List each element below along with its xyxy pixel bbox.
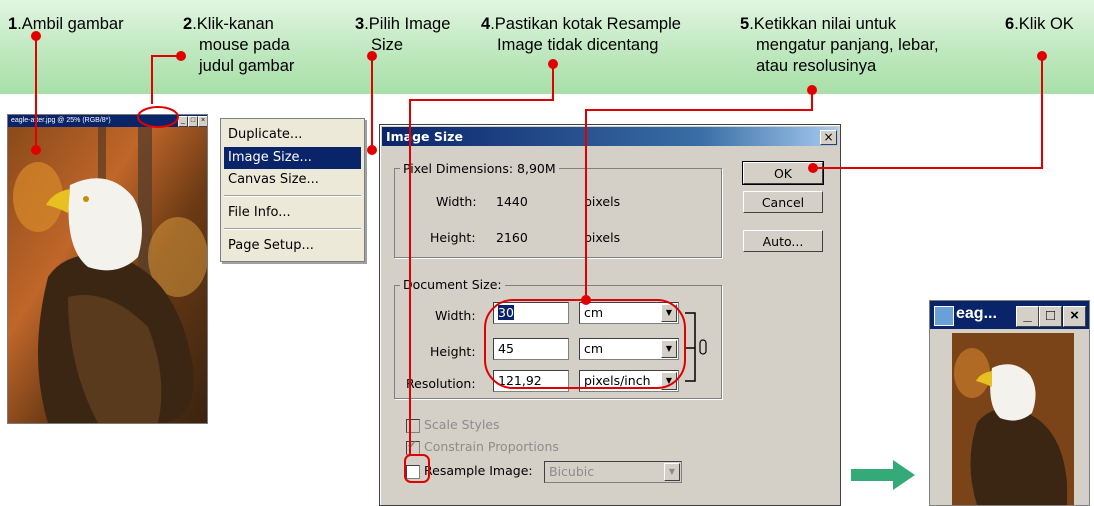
step-6: 6.Klik OK: [1005, 15, 1074, 33]
constrain-link-icon: [685, 312, 707, 382]
doc-height-input[interactable]: 45: [493, 338, 569, 360]
resolution-input[interactable]: 121,92: [493, 370, 569, 392]
menu-item-file-info[interactable]: File Info...: [224, 202, 361, 224]
photo-window-title: eagle-after.jpg @ 25% (RGB/8*): [11, 117, 111, 124]
resolution-label: Resolution:: [406, 376, 476, 391]
document-icon: [934, 306, 954, 326]
menu-item-image-size[interactable]: Image Size...: [224, 147, 361, 169]
resized-eagle-photo: [952, 333, 1074, 505]
pixel-width-unit: pixels: [584, 194, 621, 209]
constrain-proportions-label: Constrain Proportions: [424, 439, 559, 454]
menu-separator: [224, 195, 361, 197]
resized-window-title: eag...: [956, 305, 997, 322]
resample-image-checkbox[interactable]: [406, 465, 420, 479]
close-icon[interactable]: ×: [820, 130, 837, 145]
maximize-icon[interactable]: □: [1039, 306, 1062, 327]
doc-width-label: Width:: [435, 308, 476, 323]
step-2: 2.Klik-kanan mouse pada judul gambar: [183, 15, 295, 75]
cancel-button[interactable]: Cancel: [743, 191, 823, 213]
maximize-icon[interactable]: □: [188, 116, 198, 127]
ok-button[interactable]: OK: [742, 161, 824, 185]
result-arrow-icon: [851, 460, 915, 490]
pixel-height-label: Height:: [430, 230, 476, 245]
chevron-down-icon[interactable]: ▼: [661, 304, 677, 322]
minimize-icon[interactable]: _: [1016, 306, 1039, 327]
resized-window-titlebar[interactable]: eag... _ □ ×: [930, 301, 1089, 329]
doc-height-unit-select[interactable]: cm ▼: [579, 338, 679, 360]
menu-item-duplicate[interactable]: Duplicate...: [224, 124, 361, 146]
close-icon[interactable]: ×: [1063, 306, 1086, 327]
step-3: 3.Pilih Image Size: [355, 15, 451, 54]
auto-button[interactable]: Auto...: [743, 230, 823, 252]
chevron-down-icon[interactable]: ▼: [661, 340, 677, 358]
menu-separator: [224, 228, 361, 230]
context-menu: Duplicate... Image Size... Canvas Size..…: [220, 118, 365, 262]
menu-item-canvas-size[interactable]: Canvas Size...: [224, 169, 361, 191]
scale-styles-label: Scale Styles: [424, 417, 500, 432]
resample-image-label: Resample Image:: [424, 463, 533, 478]
doc-width-input[interactable]: 30: [493, 302, 569, 324]
resample-method-select[interactable]: Bicubic ▼: [544, 461, 682, 483]
document-size-label: Document Size:: [400, 277, 505, 292]
minimize-icon[interactable]: _: [178, 116, 188, 127]
pixel-width-label: Width:: [436, 194, 477, 209]
photo-window-titlebar[interactable]: eagle-after.jpg @ 25% (RGB/8*) _ □ ×: [8, 115, 207, 127]
eagle-photo: [8, 127, 207, 423]
pixel-height-value: 2160: [496, 230, 528, 245]
step-1: 1.Ambil gambar: [8, 15, 124, 33]
pixel-width-value: 1440: [496, 194, 528, 209]
photo-window: eagle-after.jpg @ 25% (RGB/8*) _ □ ×: [7, 114, 208, 424]
close-icon[interactable]: ×: [198, 116, 207, 127]
checkmark-icon: ✔: [407, 438, 418, 452]
doc-height-label: Height:: [430, 344, 476, 359]
step-5: 5.Ketikkan nilai untuk mengatur panjang,…: [740, 15, 939, 75]
doc-width-unit-select[interactable]: cm ▼: [579, 302, 679, 324]
pixel-dimensions-label: Pixel Dimensions: 8,90M: [400, 161, 559, 176]
image-size-dialog: Image Size × Pixel Dimensions: 8,90M Wid…: [379, 124, 841, 506]
dialog-title: Image Size: [386, 129, 463, 144]
dialog-titlebar[interactable]: Image Size ×: [382, 127, 838, 146]
menu-item-page-setup[interactable]: Page Setup...: [224, 235, 361, 257]
resolution-unit-select[interactable]: pixels/inch ▼: [579, 370, 679, 392]
chevron-down-icon[interactable]: ▼: [661, 372, 677, 390]
step-4: 4.Pastikan kotak Resample Image tidak di…: [481, 15, 681, 54]
instruction-banner: 1.Ambil gambar 2.Klik-kanan mouse pada j…: [0, 0, 1094, 94]
pixel-height-unit: pixels: [584, 230, 621, 245]
scale-styles-checkbox[interactable]: [406, 419, 420, 433]
chevron-down-icon[interactable]: ▼: [664, 463, 680, 481]
resized-photo-window: eag... _ □ ×: [929, 300, 1090, 506]
